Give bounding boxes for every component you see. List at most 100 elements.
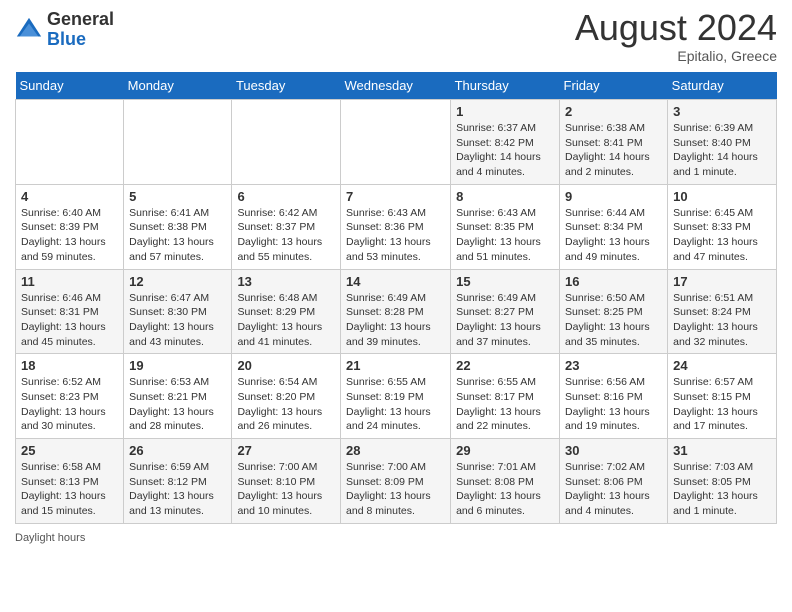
day-info: Sunrise: 6:55 AM Sunset: 8:17 PM Dayligh… bbox=[456, 375, 554, 434]
day-cell: 3Sunrise: 6:39 AM Sunset: 8:40 PM Daylig… bbox=[668, 100, 777, 185]
day-number: 18 bbox=[21, 358, 118, 373]
day-number: 12 bbox=[129, 274, 226, 289]
day-cell: 22 Sunrise: 6:55 AM Sunset: 8:17 PM Dayli… bbox=[451, 354, 560, 439]
day-cell: 21 Sunrise: 6:55 AM Sunset: 8:19 PM Dayli… bbox=[341, 354, 451, 439]
day-number: 27 bbox=[237, 443, 335, 458]
header-friday: Friday bbox=[560, 72, 668, 100]
day-cell: 7 Sunrise: 6:43 AM Sunset: 8:36 PM Daylig… bbox=[341, 184, 451, 269]
calendar-header: SundayMondayTuesdayWednesdayThursdayFrid… bbox=[16, 72, 777, 100]
day-cell: 14Sunrise: 6:49 AM Sunset: 8:28 PM Dayli… bbox=[341, 269, 451, 354]
day-info: Sunrise: 6:44 AM Sunset: 8:34 PM Dayligh… bbox=[565, 206, 662, 265]
day-cell: 15 Sunrise: 6:49 AM Sunset: 8:27 PM Dayli… bbox=[451, 269, 560, 354]
daylight-label: Daylight hours bbox=[15, 532, 85, 544]
day-info: Sunrise: 6:55 AM Sunset: 8:19 PM Dayligh… bbox=[346, 375, 445, 434]
day-cell: 5 Sunrise: 6:41 AM Sunset: 8:38 PM Daylig… bbox=[124, 184, 232, 269]
day-info: Sunrise: 6:54 AM Sunset: 8:20 PM Dayligh… bbox=[237, 375, 335, 434]
day-cell: 26Sunrise: 6:59 AM Sunset: 8:12 PM Dayli… bbox=[124, 439, 232, 524]
day-number: 30 bbox=[565, 443, 662, 458]
day-info: Sunrise: 7:03 AM Sunset: 8:05 PM Dayligh… bbox=[673, 460, 771, 519]
day-number: 9 bbox=[565, 189, 662, 204]
day-number: 7 bbox=[346, 189, 445, 204]
day-cell: 24Sunrise: 6:57 AM Sunset: 8:15 PM Dayli… bbox=[668, 354, 777, 439]
day-info: Sunrise: 6:47 AM Sunset: 8:30 PM Dayligh… bbox=[129, 291, 226, 350]
logo-blue: Blue bbox=[47, 29, 86, 49]
day-cell bbox=[232, 100, 341, 185]
day-number: 10 bbox=[673, 189, 771, 204]
day-info: Sunrise: 6:53 AM Sunset: 8:21 PM Dayligh… bbox=[129, 375, 226, 434]
day-cell: 28Sunrise: 7:00 AM Sunset: 8:09 PM Dayli… bbox=[341, 439, 451, 524]
day-cell: 23Sunrise: 6:56 AM Sunset: 8:16 PM Dayli… bbox=[560, 354, 668, 439]
day-number: 8 bbox=[456, 189, 554, 204]
week-row-1: 1 Sunrise: 6:37 AM Sunset: 8:42 PM Daylig… bbox=[16, 100, 777, 185]
week-row-4: 18 Sunrise: 6:52 AM Sunset: 8:23 PM Dayli… bbox=[16, 354, 777, 439]
day-number: 6 bbox=[237, 189, 335, 204]
day-info: Sunrise: 6:45 AM Sunset: 8:33 PM Dayligh… bbox=[673, 206, 771, 265]
day-number: 1 bbox=[456, 104, 554, 119]
logo: General Blue bbox=[15, 10, 114, 50]
header-row: SundayMondayTuesdayWednesdayThursdayFrid… bbox=[16, 72, 777, 100]
day-number: 16 bbox=[565, 274, 662, 289]
day-number: 4 bbox=[21, 189, 118, 204]
day-cell: 13 Sunrise: 6:48 AM Sunset: 8:29 PM Dayli… bbox=[232, 269, 341, 354]
day-number: 17 bbox=[673, 274, 771, 289]
day-number: 13 bbox=[237, 274, 335, 289]
header-saturday: Saturday bbox=[668, 72, 777, 100]
day-cell: 1 Sunrise: 6:37 AM Sunset: 8:42 PM Daylig… bbox=[451, 100, 560, 185]
week-row-3: 11 Sunrise: 6:46 AM Sunset: 8:31 PM Dayli… bbox=[16, 269, 777, 354]
day-number: 15 bbox=[456, 274, 554, 289]
day-info: Sunrise: 6:42 AM Sunset: 8:37 PM Dayligh… bbox=[237, 206, 335, 265]
calendar-body: 1 Sunrise: 6:37 AM Sunset: 8:42 PM Daylig… bbox=[16, 100, 777, 524]
day-info: Sunrise: 6:49 AM Sunset: 8:27 PM Dayligh… bbox=[456, 291, 554, 350]
day-cell bbox=[341, 100, 451, 185]
day-number: 11 bbox=[21, 274, 118, 289]
day-info: Sunrise: 6:51 AM Sunset: 8:24 PM Dayligh… bbox=[673, 291, 771, 350]
title-block: August 2024 Epitalio, Greece bbox=[575, 10, 777, 64]
day-number: 19 bbox=[129, 358, 226, 373]
day-number: 20 bbox=[237, 358, 335, 373]
day-info: Sunrise: 6:43 AM Sunset: 8:35 PM Dayligh… bbox=[456, 206, 554, 265]
header-tuesday: Tuesday bbox=[232, 72, 341, 100]
day-info: Sunrise: 6:50 AM Sunset: 8:25 PM Dayligh… bbox=[565, 291, 662, 350]
day-cell: 20 Sunrise: 6:54 AM Sunset: 8:20 PM Dayli… bbox=[232, 354, 341, 439]
day-cell: 29Sunrise: 7:01 AM Sunset: 8:08 PM Dayli… bbox=[451, 439, 560, 524]
day-number: 26 bbox=[129, 443, 226, 458]
day-info: Sunrise: 6:49 AM Sunset: 8:28 PM Dayligh… bbox=[346, 291, 445, 350]
week-row-2: 4 Sunrise: 6:40 AM Sunset: 8:39 PM Daylig… bbox=[16, 184, 777, 269]
day-info: Sunrise: 6:52 AM Sunset: 8:23 PM Dayligh… bbox=[21, 375, 118, 434]
day-cell: 27 Sunrise: 7:00 AM Sunset: 8:10 PM Dayli… bbox=[232, 439, 341, 524]
header-wednesday: Wednesday bbox=[341, 72, 451, 100]
header-sunday: Sunday bbox=[16, 72, 124, 100]
day-cell bbox=[16, 100, 124, 185]
day-info: Sunrise: 6:38 AM Sunset: 8:41 PM Dayligh… bbox=[565, 121, 662, 180]
day-cell: 10 Sunrise: 6:45 AM Sunset: 8:33 PM Dayli… bbox=[668, 184, 777, 269]
day-cell: 16 Sunrise: 6:50 AM Sunset: 8:25 PM Dayli… bbox=[560, 269, 668, 354]
day-info: Sunrise: 7:01 AM Sunset: 8:08 PM Dayligh… bbox=[456, 460, 554, 519]
day-cell: 25 Sunrise: 6:58 AM Sunset: 8:13 PM Dayli… bbox=[16, 439, 124, 524]
day-info: Sunrise: 7:02 AM Sunset: 8:06 PM Dayligh… bbox=[565, 460, 662, 519]
footer: Daylight hours bbox=[15, 532, 777, 544]
day-number: 28 bbox=[346, 443, 445, 458]
day-cell: 4 Sunrise: 6:40 AM Sunset: 8:39 PM Daylig… bbox=[16, 184, 124, 269]
day-info: Sunrise: 7:00 AM Sunset: 8:10 PM Dayligh… bbox=[237, 460, 335, 519]
day-info: Sunrise: 6:40 AM Sunset: 8:39 PM Dayligh… bbox=[21, 206, 118, 265]
week-row-5: 25 Sunrise: 6:58 AM Sunset: 8:13 PM Dayli… bbox=[16, 439, 777, 524]
day-number: 25 bbox=[21, 443, 118, 458]
day-cell: 12 Sunrise: 6:47 AM Sunset: 8:30 PM Dayli… bbox=[124, 269, 232, 354]
day-info: Sunrise: 6:57 AM Sunset: 8:15 PM Dayligh… bbox=[673, 375, 771, 434]
header-thursday: Thursday bbox=[451, 72, 560, 100]
day-cell: 2 Sunrise: 6:38 AM Sunset: 8:41 PM Daylig… bbox=[560, 100, 668, 185]
day-info: Sunrise: 6:39 AM Sunset: 8:40 PM Dayligh… bbox=[673, 121, 771, 180]
day-cell: 17 Sunrise: 6:51 AM Sunset: 8:24 PM Dayli… bbox=[668, 269, 777, 354]
day-info: Sunrise: 6:58 AM Sunset: 8:13 PM Dayligh… bbox=[21, 460, 118, 519]
day-info: Sunrise: 6:46 AM Sunset: 8:31 PM Dayligh… bbox=[21, 291, 118, 350]
day-info: Sunrise: 6:41 AM Sunset: 8:38 PM Dayligh… bbox=[129, 206, 226, 265]
day-info: Sunrise: 6:37 AM Sunset: 8:42 PM Dayligh… bbox=[456, 121, 554, 180]
day-info: Sunrise: 6:43 AM Sunset: 8:36 PM Dayligh… bbox=[346, 206, 445, 265]
day-cell: 30 Sunrise: 7:02 AM Sunset: 8:06 PM Dayli… bbox=[560, 439, 668, 524]
day-number: 5 bbox=[129, 189, 226, 204]
day-number: 2 bbox=[565, 104, 662, 119]
day-info: Sunrise: 6:48 AM Sunset: 8:29 PM Dayligh… bbox=[237, 291, 335, 350]
day-number: 22 bbox=[456, 358, 554, 373]
day-number: 21 bbox=[346, 358, 445, 373]
day-cell: 8 Sunrise: 6:43 AM Sunset: 8:35 PM Daylig… bbox=[451, 184, 560, 269]
